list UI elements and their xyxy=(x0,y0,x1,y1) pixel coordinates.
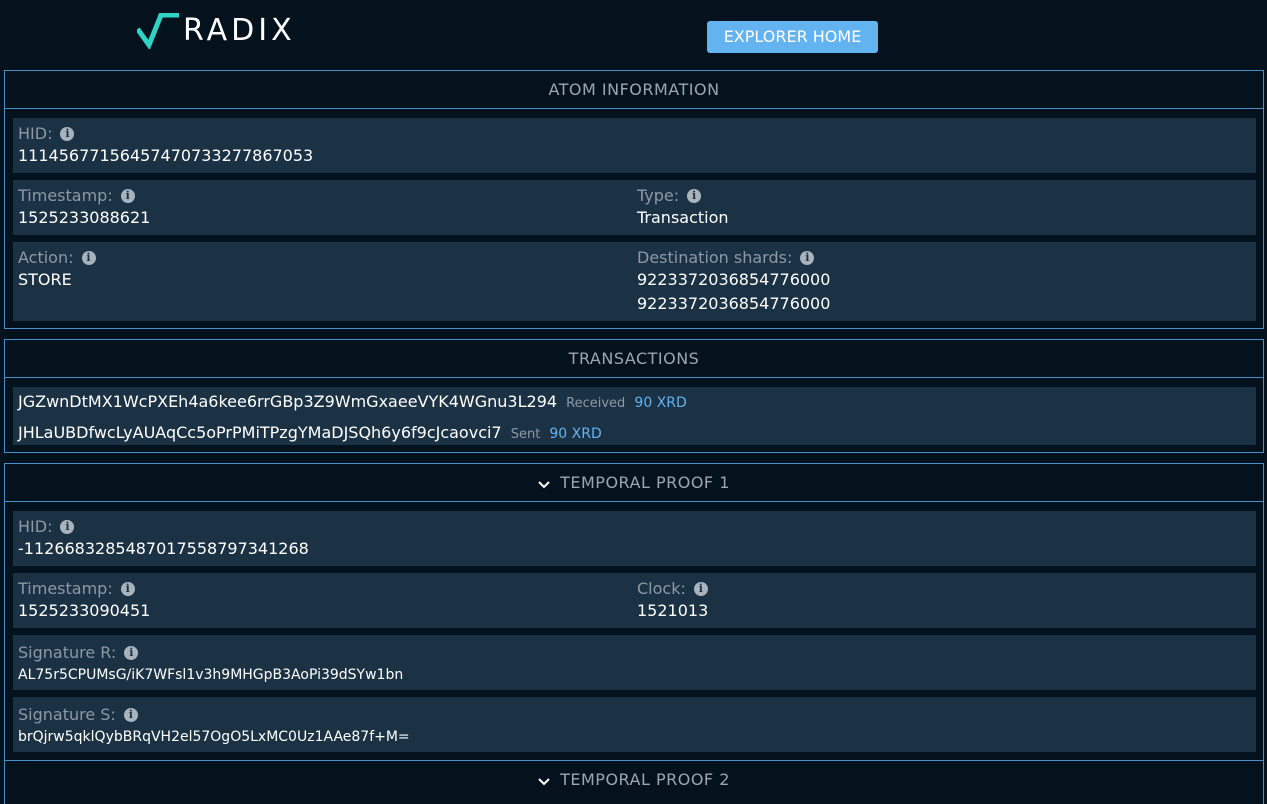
proof1-signature-s-row: Signature S: i brQjrw5qklQybBRqVH2el57Og… xyxy=(13,697,1256,752)
transaction-item: JGZwnDtMX1WcPXEh4a6kee6rrGBp3Z9WmGxaeeVY… xyxy=(18,387,687,418)
temporal-proof-1-header[interactable]: TEMPORAL PROOF 1 xyxy=(5,464,1263,502)
info-icon[interactable]: i xyxy=(60,127,75,141)
transactions-list: JGZwnDtMX1WcPXEh4a6kee6rrGBp3Z9WmGxaeeVY… xyxy=(13,387,1256,445)
atom-information-panel: ATOM INFORMATION HID: i 1114567715645747… xyxy=(4,70,1264,329)
type-label: Type: i xyxy=(637,186,729,206)
temporal-proof-2-title: TEMPORAL PROOF 2 xyxy=(560,770,730,789)
type-value: Transaction xyxy=(637,208,729,227)
atom-information-title: ATOM INFORMATION xyxy=(5,71,1263,109)
temporal-proof-2-panel: TEMPORAL PROOF 2 xyxy=(4,760,1264,804)
info-icon[interactable]: i xyxy=(800,251,815,265)
radix-check-icon xyxy=(137,13,179,49)
proof1-signature-r-row: Signature R: i AL75r5CPUMsG/iK7WFsl1v3h9… xyxy=(13,635,1256,690)
info-icon[interactable]: i xyxy=(687,189,702,203)
hid-value: -1126683285487017558797341268 xyxy=(18,539,309,558)
proof1-hid-row: HID: i -1126683285487017558797341268 xyxy=(13,511,1256,566)
signature-s-label: Signature S: i xyxy=(18,705,410,725)
info-icon[interactable]: i xyxy=(693,582,708,596)
action-value: STORE xyxy=(18,270,72,289)
transaction-amount: 90 XRD xyxy=(634,395,687,411)
radix-logo[interactable]: RADIX xyxy=(137,10,296,52)
timestamp-value: 1525233090451 xyxy=(18,601,151,620)
transactions-title: TRANSACTIONS xyxy=(5,340,1263,378)
transaction-amount: 90 XRD xyxy=(549,426,602,442)
temporal-proof-1-title: TEMPORAL PROOF 1 xyxy=(560,473,730,492)
top-bar: RADIX EXPLORER HOME xyxy=(0,0,1267,70)
temporal-proof-1-panel: TEMPORAL PROOF 1 HID: i -112668328548701… xyxy=(4,463,1264,761)
hid-label: HID: i xyxy=(18,124,313,144)
info-icon[interactable]: i xyxy=(124,646,139,660)
transaction-direction: Received xyxy=(566,396,626,411)
atom-timestamp-type-row: Timestamp: i 1525233088621 Type: i Trans… xyxy=(13,180,1256,235)
clock-value: 1521013 xyxy=(637,601,709,620)
transaction-direction: Sent xyxy=(510,427,541,442)
atom-hid-row: HID: i 11145677156457470733277867053 xyxy=(13,118,1256,173)
hid-label: HID: i xyxy=(18,517,309,537)
explorer-home-button[interactable]: EXPLORER HOME xyxy=(707,21,878,53)
transactions-panel: TRANSACTIONS JGZwnDtMX1WcPXEh4a6kee6rrGB… xyxy=(4,339,1264,453)
hid-value: 11145677156457470733277867053 xyxy=(18,146,314,165)
chevron-down-icon xyxy=(538,481,550,489)
temporal-proof-2-header[interactable]: TEMPORAL PROOF 2 xyxy=(5,761,1263,799)
info-icon[interactable]: i xyxy=(123,708,138,722)
destination-shards-label: Destination shards: i xyxy=(637,248,830,268)
signature-r-value: AL75r5CPUMsG/iK7WFsl1v3h9MHGpB3AoPi39dSY… xyxy=(18,667,404,683)
chevron-down-icon xyxy=(538,778,550,786)
shard-value: 9223372036854776000 xyxy=(637,270,831,289)
logo-text: RADIX xyxy=(183,13,296,48)
info-icon[interactable]: i xyxy=(60,520,75,534)
timestamp-value: 1525233088621 xyxy=(18,208,151,227)
signature-r-label: Signature R: i xyxy=(18,643,403,663)
clock-label: Clock: i xyxy=(637,579,708,599)
info-icon[interactable]: i xyxy=(120,189,135,203)
transaction-item: JHLaUBDfwcLyAUAqCc5oPrPMiTPzgYMaDJSQh6y6… xyxy=(18,418,687,449)
proof1-timestamp-clock-row: Timestamp: i 1525233090451 Clock: i 1521… xyxy=(13,573,1256,628)
info-icon[interactable]: i xyxy=(120,582,135,596)
action-label: Action: i xyxy=(18,248,96,268)
transaction-address[interactable]: JGZwnDtMX1WcPXEh4a6kee6rrGBp3Z9WmGxaeeVY… xyxy=(18,392,557,411)
timestamp-label: Timestamp: i xyxy=(18,579,150,599)
signature-s-value: brQjrw5qklQybBRqVH2el57OgO5LxMC0Uz1AAe87… xyxy=(18,729,410,745)
timestamp-label: Timestamp: i xyxy=(18,186,150,206)
shard-value: 9223372036854776000 xyxy=(637,294,831,313)
info-icon[interactable]: i xyxy=(81,251,96,265)
atom-action-shards-row: Action: i STORE Destination shards: i 92… xyxy=(13,242,1256,321)
transaction-address[interactable]: JHLaUBDfwcLyAUAqCc5oPrPMiTPzgYMaDJSQh6y6… xyxy=(18,423,502,442)
